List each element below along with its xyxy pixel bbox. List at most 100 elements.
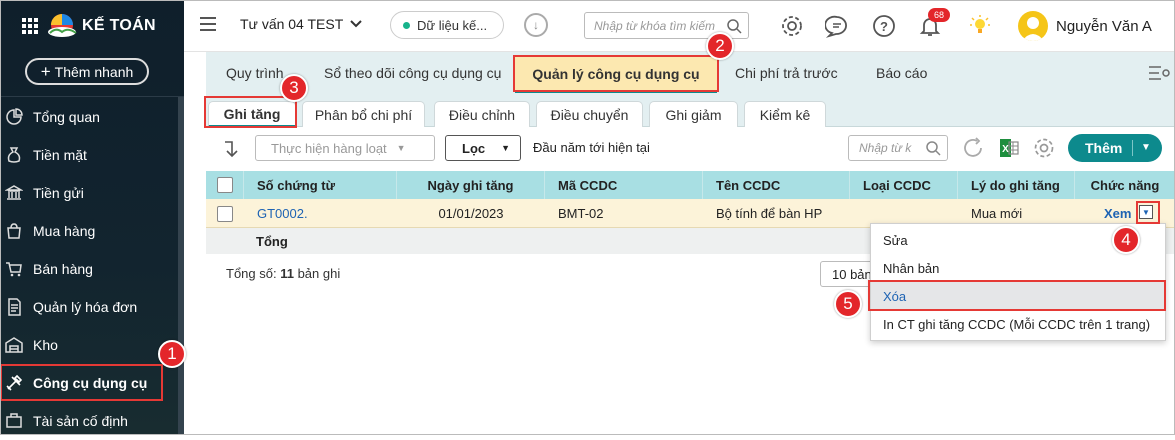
menu-item-nhan-ban[interactable]: Nhân bản [871,254,1165,282]
bulk-action-dropdown[interactable]: Thực hiện hàng loạt ▼ [255,135,435,161]
logo-text: KẾ TOÁN [82,17,156,34]
sidebar-item-mua-hang[interactable]: Mua hàng [0,212,178,250]
user-name[interactable]: Nguyễn Văn A [1056,18,1152,35]
tab-label: Sổ theo dõi công cụ dụng cụ [324,65,502,81]
subtab-dieu-chuyen[interactable]: Điều chuyển [536,101,643,127]
tab-label: Ghi giảm [665,106,722,123]
sidebar-item-label: Tài sản cố định [33,413,128,429]
cart-icon [5,260,23,278]
sidebar-header: KẾ TOÁN [0,0,184,52]
quick-add-button[interactable]: + Thêm nhanh [25,58,149,85]
asset-icon [5,412,23,430]
caret-down-icon: ▼ [396,143,406,153]
callout-badge: 1 [158,340,186,368]
sidebar-item-tien-mat[interactable]: Tiền mặt [0,136,178,174]
sidebar-scrollbar[interactable] [178,97,184,435]
global-search-placeholder: Nhập từ khóa tìm kiếm [594,18,715,33]
status-dot [403,21,410,29]
chart-pie-icon [5,108,23,126]
col-ten-ccdc[interactable]: Tên CCDC [703,171,850,199]
excel-export-icon[interactable]: X [997,136,1021,160]
tab-label: Quy trình [226,65,284,81]
chat-icon[interactable] [824,13,850,39]
select-all-cell [206,171,244,199]
caret-down-icon[interactable]: ▼ [1141,142,1151,153]
sidebar-item-ban-hang[interactable]: Bán hàng [0,250,178,288]
sidebar-item-quan-ly-hoa-don[interactable]: Quản lý hóa đơn [0,288,178,326]
col-loai-ccdc[interactable]: Loại CCDC [850,171,958,199]
sidebar-item-tai-san-co-dinh[interactable]: Tài sản cố định [0,402,178,440]
search-icon[interactable] [726,18,742,34]
code-cell: BMT-02 [558,206,604,221]
doc-number-link[interactable]: GT0002. [257,199,308,228]
toolbar: Thực hiện hàng loạt ▼ Lọc ▼ Đầu năm tới … [206,127,1175,171]
sidebar-item-tien-gui[interactable]: Tiền gửi [0,174,178,212]
tab-label: Kiểm kê [759,106,811,123]
help-icon[interactable]: ? [871,13,897,39]
shopping-bag-icon [5,222,23,240]
summary-label: Tổng [256,234,288,249]
collapse-arrow-icon[interactable] [222,139,242,159]
sidebar-item-label: Kho [33,337,58,353]
tab-chi-phi-tra-truoc[interactable]: Chi phí trả trước [735,52,838,94]
warehouse-icon [5,336,23,354]
refresh-icon[interactable] [961,136,985,160]
name-cell: Bộ tính để bàn HP [716,206,823,221]
tab-bao-cao[interactable]: Báo cáo [876,52,927,94]
row-select-cell [206,199,244,228]
highlight-box-subtab [204,96,297,128]
filter-button[interactable]: Lọc ▼ [445,135,521,161]
col-so-chung-tu[interactable]: Số chứng từ [244,171,397,199]
grid-search-placeholder: Nhập từ k [859,141,912,155]
logo-icon [48,14,77,37]
period-label[interactable]: Đầu năm tới hiện tại [533,140,650,155]
data-source-selector[interactable]: Dữ liệu kế... [390,11,504,39]
tab-label: Chi phí trả trước [735,65,838,81]
sidebar-item-kho[interactable]: Kho [0,326,178,364]
subtab-ghi-giam[interactable]: Ghi giảm [649,101,738,127]
select-all-checkbox[interactable] [216,177,233,193]
total-prefix: Tổng số: [226,266,281,281]
filter-label: Lọc [462,140,486,156]
highlight-box-module-tab [513,55,719,92]
menu-toggle-icon[interactable] [200,17,216,31]
svg-text:?: ? [880,19,888,34]
callout-badge: 2 [706,32,734,60]
menu-item-in-ct[interactable]: In CT ghi tăng CCDC (Mỗi CCDC trên 1 tra… [871,310,1165,338]
sidebar-item-label: Mua hàng [33,223,96,239]
sidebar-item-label: Quản lý hóa đơn [33,299,138,315]
subtab-dieu-chinh[interactable]: Điều chỉnh [434,101,530,127]
gear-icon[interactable] [1032,136,1056,160]
page-size-value: 10 bản [832,266,872,282]
sidebar-divider [0,96,184,97]
grid-search-input[interactable]: Nhập từ k [848,135,948,161]
search-icon[interactable] [925,140,941,156]
tab-quy-trinh[interactable]: Quy trình [226,52,284,94]
subtab-kiem-ke[interactable]: Kiểm kê [744,101,826,127]
callout-badge: 3 [280,74,308,102]
avatar[interactable] [1018,11,1048,41]
col-ngay-ghi-tang[interactable]: Ngày ghi tăng [397,171,545,199]
col-ma-ccdc[interactable]: Mã CCDC [545,171,703,199]
tab-label: Điều chỉnh [448,106,516,123]
company-selector[interactable]: Tư vấn 04 TEST [240,16,363,32]
invoice-icon [5,298,23,316]
notification-badge: 68 [928,8,950,22]
add-button[interactable]: Thêm ▼ [1068,134,1162,162]
download-icon[interactable]: ↓ [524,13,548,37]
sub-tabs: Ghi tăng Phân bổ chi phí Điều chỉnh Điều… [206,94,1175,127]
app-grid-icon[interactable] [22,18,38,34]
total-records: Tổng số: 11 bản ghi [226,266,340,281]
sidebar-item-tong-quan[interactable]: Tổng quan [0,98,178,136]
lightbulb-icon[interactable] [967,13,993,39]
total-suffix: bản ghi [293,266,341,281]
col-ly-do-ghi-tang[interactable]: Lý do ghi tăng [958,171,1075,199]
callout-badge: 4 [1112,226,1140,254]
row-checkbox[interactable] [217,205,233,222]
caret-down-icon: ▼ [501,143,511,153]
table-header: Số chứng từ Ngày ghi tăng Mã CCDC Tên CC… [206,171,1175,199]
column-settings-icon[interactable] [1147,64,1171,82]
subtab-phan-bo-chi-phi[interactable]: Phân bổ chi phí [302,101,425,127]
tab-so-theo-doi[interactable]: Sổ theo dõi công cụ dụng cụ [324,52,501,94]
gear-icon[interactable] [779,13,805,39]
